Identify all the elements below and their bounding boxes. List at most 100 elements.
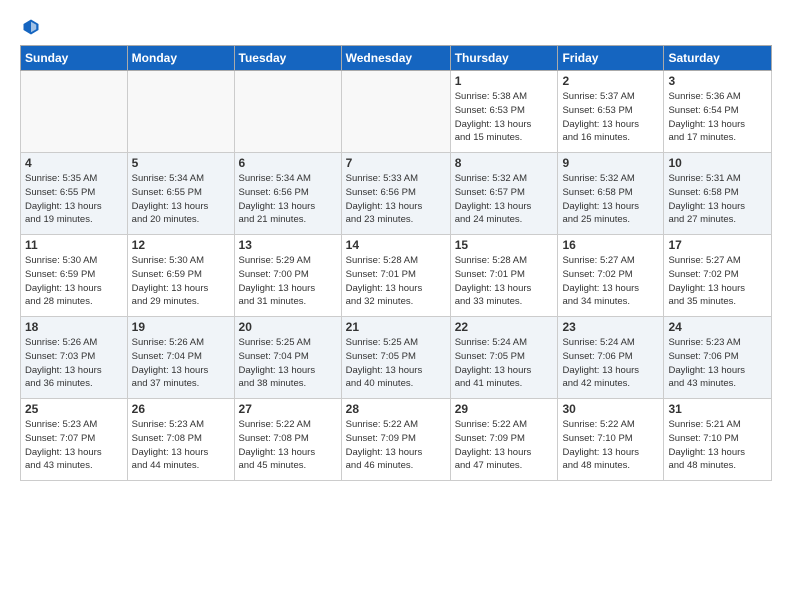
day-info: Sunrise: 5:32 AM Sunset: 6:58 PM Dayligh… (562, 172, 659, 227)
calendar-cell: 2 Sunrise: 5:37 AM Sunset: 6:53 PM Daylig… (558, 71, 664, 153)
day-number: 30 (562, 402, 659, 416)
day-info: Sunrise: 5:27 AM Sunset: 7:02 PM Dayligh… (668, 254, 767, 309)
calendar-week-2: 4Sunrise: 5:35 AM Sunset: 6:55 PM Daylig… (21, 153, 772, 235)
calendar-cell: 18 Sunrise: 5:26 AM Sunset: 7:03 PM Dayli… (21, 317, 128, 399)
calendar-cell: 7Sunrise: 5:33 AM Sunset: 6:56 PM Daylig… (341, 153, 450, 235)
calendar-cell: 5 Sunrise: 5:34 AM Sunset: 6:55 PM Daylig… (127, 153, 234, 235)
calendar-week-5: 25 Sunrise: 5:23 AM Sunset: 7:07 PM Dayli… (21, 399, 772, 481)
day-info: Sunrise: 5:30 AM Sunset: 6:59 PM Dayligh… (25, 254, 123, 309)
weekday-friday: Friday (558, 46, 664, 71)
day-info: Sunrise: 5:22 AM Sunset: 7:10 PM Dayligh… (562, 418, 659, 473)
day-info: Sunrise: 5:25 AM Sunset: 7:05 PM Dayligh… (346, 336, 446, 391)
day-number: 21 (346, 320, 446, 334)
calendar-body: 1 Sunrise: 5:38 AM Sunset: 6:53 PM Daylig… (21, 71, 772, 481)
calendar-cell: 3 Sunrise: 5:36 AM Sunset: 6:54 PM Daylig… (664, 71, 772, 153)
day-number: 1 (455, 74, 554, 88)
day-number: 15 (455, 238, 554, 252)
calendar-cell: 20 Sunrise: 5:25 AM Sunset: 7:04 PM Dayli… (234, 317, 341, 399)
day-number: 28 (346, 402, 446, 416)
day-info: Sunrise: 5:26 AM Sunset: 7:03 PM Dayligh… (25, 336, 123, 391)
day-number: 25 (25, 402, 123, 416)
day-number: 10 (668, 156, 767, 170)
weekday-monday: Monday (127, 46, 234, 71)
calendar-cell: 16 Sunrise: 5:27 AM Sunset: 7:02 PM Dayli… (558, 235, 664, 317)
calendar-cell (234, 71, 341, 153)
day-number: 16 (562, 238, 659, 252)
day-info: Sunrise: 5:28 AM Sunset: 7:01 PM Dayligh… (346, 254, 446, 309)
calendar-cell: 8 Sunrise: 5:32 AM Sunset: 6:57 PM Daylig… (450, 153, 558, 235)
day-info: Sunrise: 5:23 AM Sunset: 7:07 PM Dayligh… (25, 418, 123, 473)
day-info: Sunrise: 5:29 AM Sunset: 7:00 PM Dayligh… (239, 254, 337, 309)
calendar-cell: 10Sunrise: 5:31 AM Sunset: 6:58 PM Dayli… (664, 153, 772, 235)
day-info: Sunrise: 5:22 AM Sunset: 7:09 PM Dayligh… (346, 418, 446, 473)
day-info: Sunrise: 5:38 AM Sunset: 6:53 PM Dayligh… (455, 90, 554, 145)
logo (20, 16, 40, 37)
day-number: 31 (668, 402, 767, 416)
weekday-saturday: Saturday (664, 46, 772, 71)
weekday-thursday: Thursday (450, 46, 558, 71)
day-info: Sunrise: 5:25 AM Sunset: 7:04 PM Dayligh… (239, 336, 337, 391)
calendar-cell: 14 Sunrise: 5:28 AM Sunset: 7:01 PM Dayli… (341, 235, 450, 317)
day-info: Sunrise: 5:35 AM Sunset: 6:55 PM Dayligh… (25, 172, 123, 227)
day-number: 7 (346, 156, 446, 170)
day-number: 14 (346, 238, 446, 252)
day-number: 5 (132, 156, 230, 170)
day-info: Sunrise: 5:28 AM Sunset: 7:01 PM Dayligh… (455, 254, 554, 309)
day-number: 29 (455, 402, 554, 416)
calendar-cell: 17 Sunrise: 5:27 AM Sunset: 7:02 PM Dayli… (664, 235, 772, 317)
calendar-week-4: 18 Sunrise: 5:26 AM Sunset: 7:03 PM Dayli… (21, 317, 772, 399)
day-info: Sunrise: 5:24 AM Sunset: 7:06 PM Dayligh… (562, 336, 659, 391)
calendar-cell: 13 Sunrise: 5:29 AM Sunset: 7:00 PM Dayli… (234, 235, 341, 317)
day-info: Sunrise: 5:21 AM Sunset: 7:10 PM Dayligh… (668, 418, 767, 473)
logo-icon (22, 18, 40, 36)
day-number: 6 (239, 156, 337, 170)
calendar-header: SundayMondayTuesdayWednesdayThursdayFrid… (21, 46, 772, 71)
calendar-cell: 30 Sunrise: 5:22 AM Sunset: 7:10 PM Dayli… (558, 399, 664, 481)
day-number: 17 (668, 238, 767, 252)
day-number: 13 (239, 238, 337, 252)
weekday-sunday: Sunday (21, 46, 128, 71)
calendar-cell: 29 Sunrise: 5:22 AM Sunset: 7:09 PM Dayli… (450, 399, 558, 481)
day-number: 2 (562, 74, 659, 88)
calendar-cell: 22Sunrise: 5:24 AM Sunset: 7:05 PM Dayli… (450, 317, 558, 399)
calendar-cell: 28 Sunrise: 5:22 AM Sunset: 7:09 PM Dayli… (341, 399, 450, 481)
calendar-cell: 24Sunrise: 5:23 AM Sunset: 7:06 PM Dayli… (664, 317, 772, 399)
day-info: Sunrise: 5:32 AM Sunset: 6:57 PM Dayligh… (455, 172, 554, 227)
calendar-table: SundayMondayTuesdayWednesdayThursdayFrid… (20, 45, 772, 481)
calendar-week-1: 1 Sunrise: 5:38 AM Sunset: 6:53 PM Daylig… (21, 71, 772, 153)
day-number: 20 (239, 320, 337, 334)
calendar-cell: 31 Sunrise: 5:21 AM Sunset: 7:10 PM Dayli… (664, 399, 772, 481)
calendar-cell: 12 Sunrise: 5:30 AM Sunset: 6:59 PM Dayli… (127, 235, 234, 317)
day-info: Sunrise: 5:34 AM Sunset: 6:56 PM Dayligh… (239, 172, 337, 227)
day-info: Sunrise: 5:22 AM Sunset: 7:08 PM Dayligh… (239, 418, 337, 473)
day-number: 27 (239, 402, 337, 416)
calendar-cell (127, 71, 234, 153)
day-info: Sunrise: 5:23 AM Sunset: 7:08 PM Dayligh… (132, 418, 230, 473)
calendar-cell: 23Sunrise: 5:24 AM Sunset: 7:06 PM Dayli… (558, 317, 664, 399)
day-number: 9 (562, 156, 659, 170)
day-info: Sunrise: 5:30 AM Sunset: 6:59 PM Dayligh… (132, 254, 230, 309)
weekday-wednesday: Wednesday (341, 46, 450, 71)
day-number: 19 (132, 320, 230, 334)
day-info: Sunrise: 5:36 AM Sunset: 6:54 PM Dayligh… (668, 90, 767, 145)
calendar-cell: 11 Sunrise: 5:30 AM Sunset: 6:59 PM Dayli… (21, 235, 128, 317)
day-number: 8 (455, 156, 554, 170)
day-number: 3 (668, 74, 767, 88)
day-info: Sunrise: 5:26 AM Sunset: 7:04 PM Dayligh… (132, 336, 230, 391)
day-info: Sunrise: 5:23 AM Sunset: 7:06 PM Dayligh… (668, 336, 767, 391)
calendar-cell (341, 71, 450, 153)
day-info: Sunrise: 5:22 AM Sunset: 7:09 PM Dayligh… (455, 418, 554, 473)
header (20, 16, 772, 37)
day-info: Sunrise: 5:27 AM Sunset: 7:02 PM Dayligh… (562, 254, 659, 309)
day-number: 18 (25, 320, 123, 334)
calendar-cell: 19 Sunrise: 5:26 AM Sunset: 7:04 PM Dayli… (127, 317, 234, 399)
day-info: Sunrise: 5:34 AM Sunset: 6:55 PM Dayligh… (132, 172, 230, 227)
calendar-cell: 15 Sunrise: 5:28 AM Sunset: 7:01 PM Dayli… (450, 235, 558, 317)
day-number: 26 (132, 402, 230, 416)
calendar-cell: 4Sunrise: 5:35 AM Sunset: 6:55 PM Daylig… (21, 153, 128, 235)
calendar-cell: 21 Sunrise: 5:25 AM Sunset: 7:05 PM Dayli… (341, 317, 450, 399)
day-number: 11 (25, 238, 123, 252)
weekday-header-row: SundayMondayTuesdayWednesdayThursdayFrid… (21, 46, 772, 71)
day-number: 12 (132, 238, 230, 252)
day-info: Sunrise: 5:37 AM Sunset: 6:53 PM Dayligh… (562, 90, 659, 145)
